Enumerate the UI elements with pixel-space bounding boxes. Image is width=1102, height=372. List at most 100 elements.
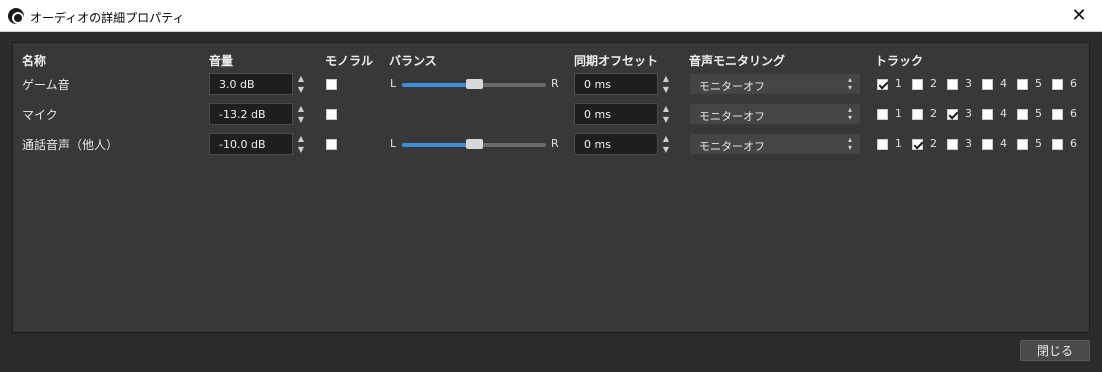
volume-stepper[interactable]: ▲ ▼: [293, 133, 309, 155]
track-3-label: 3: [965, 107, 972, 120]
source-name: マイク: [22, 108, 58, 122]
up-down-chevron-icon: ▴ ▾: [847, 135, 852, 152]
balance-left-label: L: [390, 77, 397, 90]
monitoring-value: モニターオフ: [699, 80, 765, 93]
sync-offset-spinbox[interactable]: 0 ms ▲ ▼: [574, 133, 669, 155]
sync-offset-up-icon[interactable]: ▲: [658, 73, 674, 84]
track-1-checkbox[interactable]: [877, 139, 888, 150]
track-1-label: 1: [895, 77, 902, 90]
monitoring-dropdown[interactable]: モニターオフ ▴ ▾: [689, 133, 861, 155]
track-6-checkbox[interactable]: [1052, 79, 1063, 90]
track-1-label: 1: [895, 137, 902, 150]
title-bar: オーディオの詳細プロパティ ✕: [0, 0, 1102, 32]
close-button[interactable]: 閉じる: [1020, 340, 1090, 361]
header-balance: バランス: [389, 54, 437, 68]
volume-down-icon[interactable]: ▼: [293, 84, 309, 95]
track-1-checkbox[interactable]: [877, 109, 888, 120]
track-3-label: 3: [965, 137, 972, 150]
mono-checkbox[interactable]: [326, 79, 337, 90]
up-down-chevron-icon: ▴ ▾: [847, 105, 852, 122]
sync-offset-spinbox[interactable]: 0 ms ▲ ▼: [574, 103, 669, 125]
volume-down-icon[interactable]: ▼: [293, 144, 309, 155]
sync-offset-down-icon[interactable]: ▼: [658, 84, 674, 95]
balance-left-label: L: [390, 137, 397, 150]
monitoring-value: モニターオフ: [699, 110, 765, 123]
volume-value: -10.0 dB: [219, 138, 266, 151]
track-5-checkbox[interactable]: [1017, 109, 1028, 120]
balance-slider-fill: [402, 83, 474, 87]
header-mono: モノラル: [325, 54, 374, 68]
track-6-label: 6: [1070, 107, 1077, 120]
track-2-checkbox[interactable]: [912, 139, 923, 150]
volume-up-icon[interactable]: ▲: [293, 73, 309, 84]
track-3-checkbox[interactable]: [947, 109, 958, 120]
audio-properties-panel: 名称 音量 モノラル バランス 同期オフセット 音声モニタリング トラック ゲー…: [12, 42, 1090, 333]
balance-slider[interactable]: [402, 139, 546, 149]
balance-slider-fill: [402, 143, 474, 147]
track-6-checkbox[interactable]: [1052, 109, 1063, 120]
sync-offset-stepper[interactable]: ▲ ▼: [658, 103, 674, 125]
track-5-label: 5: [1035, 107, 1042, 120]
track-4-label: 4: [1000, 107, 1007, 120]
volume-stepper[interactable]: ▲ ▼: [293, 103, 309, 125]
track-2-label: 2: [930, 77, 937, 90]
track-4-checkbox[interactable]: [982, 79, 993, 90]
monitoring-dropdown[interactable]: モニターオフ ▴ ▾: [689, 73, 861, 95]
sync-offset-stepper[interactable]: ▲ ▼: [658, 133, 674, 155]
track-2-label: 2: [930, 137, 937, 150]
sync-offset-value: 0 ms: [584, 108, 611, 121]
balance-right-label: R: [551, 137, 559, 150]
balance-slider-handle[interactable]: [466, 79, 483, 89]
track-2-checkbox[interactable]: [912, 79, 923, 90]
track-3-checkbox[interactable]: [947, 79, 958, 90]
volume-up-icon[interactable]: ▲: [293, 133, 309, 144]
mono-checkbox[interactable]: [326, 109, 337, 120]
source-name: ゲーム音: [22, 78, 70, 92]
window-title: オーディオの詳細プロパティ: [30, 11, 185, 25]
mono-checkbox[interactable]: [326, 139, 337, 150]
volume-value: 3.0 dB: [219, 78, 255, 91]
header-monitoring: 音声モニタリング: [689, 54, 786, 68]
track-6-checkbox[interactable]: [1052, 139, 1063, 150]
balance-right-label: R: [551, 77, 559, 90]
volume-stepper[interactable]: ▲ ▼: [293, 73, 309, 95]
header-tracks: トラック: [875, 54, 924, 68]
sync-offset-stepper[interactable]: ▲ ▼: [658, 73, 674, 95]
track-1-checkbox[interactable]: [877, 79, 888, 90]
sync-offset-spinbox[interactable]: 0 ms ▲ ▼: [574, 73, 669, 95]
source-name: 通話音声（他人）: [22, 138, 119, 152]
header-volume: 音量: [209, 54, 234, 68]
header-name: 名称: [22, 54, 47, 68]
track-5-label: 5: [1035, 137, 1042, 150]
volume-spinbox[interactable]: -10.0 dB ▲ ▼: [209, 133, 304, 155]
volume-down-icon[interactable]: ▼: [293, 114, 309, 125]
close-window-button[interactable]: ✕: [1056, 0, 1102, 31]
track-4-label: 4: [1000, 137, 1007, 150]
volume-up-icon[interactable]: ▲: [293, 103, 309, 114]
track-2-label: 2: [930, 107, 937, 120]
track-5-checkbox[interactable]: [1017, 139, 1028, 150]
monitoring-dropdown[interactable]: モニターオフ ▴ ▾: [689, 103, 861, 125]
sync-offset-down-icon[interactable]: ▼: [658, 114, 674, 125]
obs-logo-icon: [8, 8, 24, 24]
track-4-checkbox[interactable]: [982, 109, 993, 120]
track-5-label: 5: [1035, 77, 1042, 90]
volume-value: -13.2 dB: [219, 108, 266, 121]
track-3-checkbox[interactable]: [947, 139, 958, 150]
sync-offset-down-icon[interactable]: ▼: [658, 144, 674, 155]
track-1-label: 1: [895, 107, 902, 120]
track-6-label: 6: [1070, 77, 1077, 90]
sync-offset-up-icon[interactable]: ▲: [658, 103, 674, 114]
sync-offset-up-icon[interactable]: ▲: [658, 133, 674, 144]
track-4-label: 4: [1000, 77, 1007, 90]
balance-slider[interactable]: [402, 79, 546, 89]
volume-spinbox[interactable]: -13.2 dB ▲ ▼: [209, 103, 304, 125]
track-5-checkbox[interactable]: [1017, 79, 1028, 90]
balance-slider-handle[interactable]: [466, 139, 483, 149]
monitoring-value: モニターオフ: [699, 140, 765, 153]
track-2-checkbox[interactable]: [912, 109, 923, 120]
track-4-checkbox[interactable]: [982, 139, 993, 150]
track-3-label: 3: [965, 77, 972, 90]
volume-spinbox[interactable]: 3.0 dB ▲ ▼: [209, 73, 304, 95]
sync-offset-value: 0 ms: [584, 138, 611, 151]
